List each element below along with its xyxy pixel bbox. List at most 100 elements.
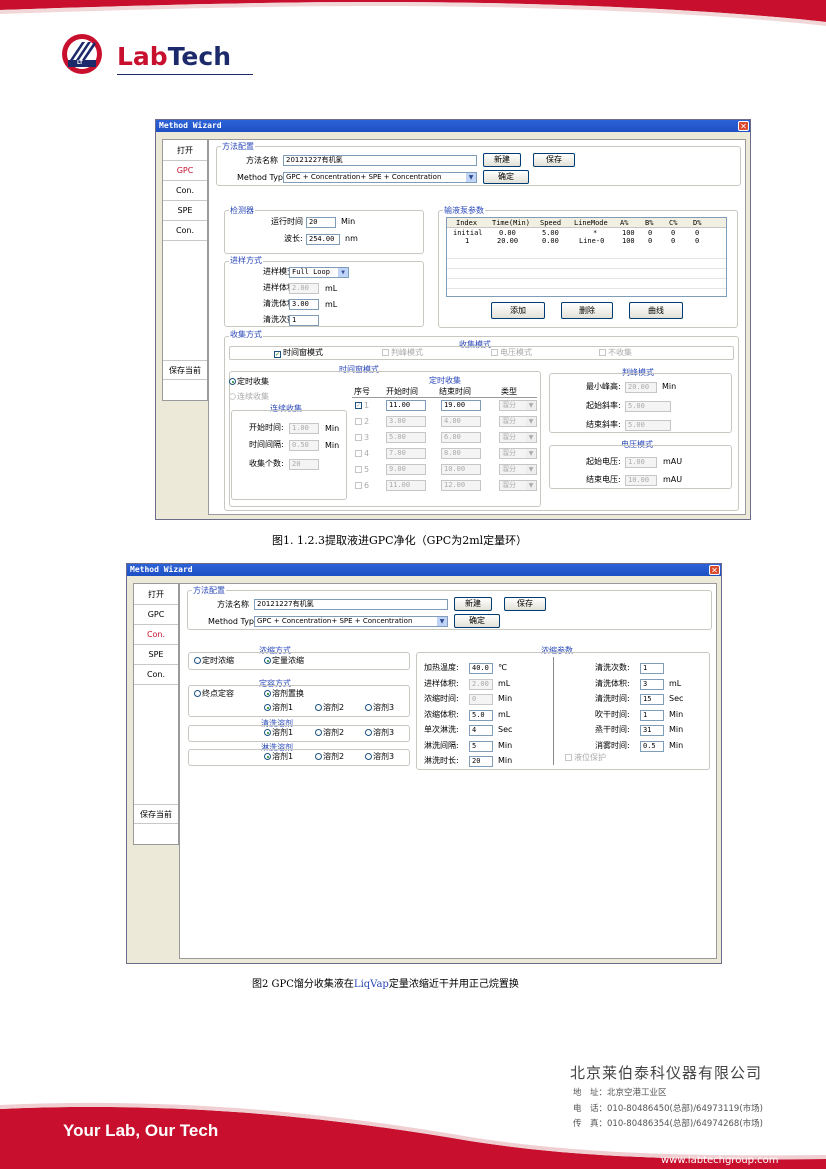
- checkbox-checked-icon[interactable]: ✓: [355, 402, 362, 409]
- min-peak-input[interactable]: 20.00: [625, 382, 657, 393]
- mode-time-window[interactable]: ✓ 时间窗模式: [274, 349, 323, 358]
- checkbox-icon[interactable]: [355, 434, 362, 441]
- timed-row-start[interactable]: 9.00: [386, 464, 426, 475]
- tab-gpc[interactable]: GPC: [163, 161, 207, 181]
- interval-input[interactable]: 0.50: [289, 440, 319, 451]
- vol-solvent1-radio[interactable]: 溶剂1: [264, 704, 293, 712]
- collect-count-input[interactable]: 20: [289, 459, 319, 470]
- start-slope-input[interactable]: 5.00: [625, 401, 671, 412]
- tab-gpc[interactable]: GPC: [134, 605, 178, 625]
- param-input[interactable]: 1: [640, 663, 664, 674]
- curve-button[interactable]: 曲线: [629, 302, 683, 319]
- timed-row-start[interactable]: 11.00: [386, 400, 426, 411]
- new-button[interactable]: 新建: [454, 597, 492, 611]
- method-name-input[interactable]: 20121227有机氯: [283, 155, 477, 166]
- timed-row-start[interactable]: 7.00: [386, 448, 426, 459]
- rinse-solvent2-radio[interactable]: 溶剂2: [315, 753, 344, 761]
- method-name-input[interactable]: 20121227有机氯: [254, 599, 448, 610]
- tab-open[interactable]: 打开: [163, 141, 207, 161]
- wavelength-input[interactable]: 254.00: [306, 234, 340, 245]
- endpoint-radio[interactable]: 终点定容: [194, 690, 234, 698]
- param-input[interactable]: 0.5: [640, 740, 664, 752]
- timed-collect-radio[interactable]: 定时收集: [229, 378, 269, 386]
- checkbox-icon[interactable]: [355, 482, 362, 489]
- tab-open[interactable]: 打开: [134, 585, 178, 605]
- timed-row-type[interactable]: 溜分 ▼: [499, 432, 537, 443]
- vol-solvent2-radio[interactable]: 溶剂2: [315, 704, 344, 712]
- method-type-select[interactable]: GPC + Concentration+ SPE + Concentration…: [283, 172, 477, 183]
- timed-row-end[interactable]: 10.00: [441, 464, 481, 475]
- injection-mode-select[interactable]: Full Loop ▼: [289, 267, 349, 278]
- delete-step-button[interactable]: 删除: [561, 302, 613, 319]
- param-input[interactable]: 40.0: [469, 663, 493, 674]
- save-button[interactable]: 保存: [504, 597, 546, 611]
- end-voltage-input[interactable]: 10.00: [625, 475, 657, 486]
- tab-con-2[interactable]: Con.: [134, 665, 178, 685]
- new-button[interactable]: 新建: [483, 153, 521, 167]
- tab-con-1[interactable]: Con.: [163, 181, 207, 201]
- timed-row-end[interactable]: 19.00: [441, 400, 481, 411]
- close-button[interactable]: ✕: [738, 121, 749, 131]
- caption-2-link[interactable]: LiqVap: [354, 979, 389, 990]
- close-button[interactable]: ✕: [709, 565, 720, 575]
- end-slope-input[interactable]: 5.00: [625, 420, 671, 431]
- param-input[interactable]: 2.00: [469, 678, 493, 690]
- param-input[interactable]: 4: [469, 725, 493, 736]
- timed-row-type[interactable]: 溜分 ▼: [499, 416, 537, 427]
- continuous-collect-radio[interactable]: 连续收集: [229, 393, 269, 401]
- rinse-solvent1-radio[interactable]: 溶剂1: [264, 753, 293, 761]
- wash-solvent1-radio[interactable]: 溶剂1: [264, 729, 293, 737]
- footer-website[interactable]: www.labtechgroup.com: [661, 1156, 779, 1166]
- timed-row-type[interactable]: 溜分 ▼: [499, 464, 537, 475]
- param-input[interactable]: 5.0: [469, 709, 493, 721]
- checkbox-icon[interactable]: [355, 450, 362, 457]
- param-input[interactable]: 15: [640, 694, 664, 705]
- injection-volume-input[interactable]: 2.00: [289, 283, 319, 294]
- save-button[interactable]: 保存: [533, 153, 575, 167]
- checkbox-icon[interactable]: [355, 418, 362, 425]
- quant-conc-radio[interactable]: 定量浓缩: [264, 657, 304, 665]
- tab-save-current[interactable]: 保存当前: [163, 360, 207, 380]
- tab-con-2[interactable]: Con.: [163, 221, 207, 241]
- solvent-swap-radio[interactable]: 溶剂置换: [264, 690, 304, 698]
- mode-peak[interactable]: 判峰模式: [382, 349, 423, 357]
- timed-row-type[interactable]: 溜分 ▼: [499, 480, 537, 491]
- rinse-solvent3-radio[interactable]: 溶剂3: [365, 753, 394, 761]
- wash-count-input[interactable]: 1: [289, 315, 319, 326]
- param-input[interactable]: 5: [469, 740, 493, 752]
- runtime-input[interactable]: 20: [306, 217, 336, 228]
- method-type-select[interactable]: GPC + Concentration+ SPE + Concentration…: [254, 616, 448, 627]
- checkbox-icon[interactable]: [355, 466, 362, 473]
- wash-solvent2-radio[interactable]: 溶剂2: [315, 729, 344, 737]
- tab-save-current[interactable]: 保存当前: [134, 804, 178, 824]
- wash-solvent3-radio[interactable]: 溶剂3: [365, 729, 394, 737]
- start-time-input[interactable]: 1.00: [289, 423, 319, 434]
- ok-button[interactable]: 确定: [454, 614, 500, 628]
- timed-row-type[interactable]: 溜分 ▼: [499, 400, 537, 411]
- timed-row-type[interactable]: 溜分 ▼: [499, 448, 537, 459]
- tab-con-1[interactable]: Con.: [134, 625, 178, 645]
- param-input[interactable]: 0: [469, 694, 493, 705]
- timed-row-end[interactable]: 4.00: [441, 416, 481, 427]
- ok-button[interactable]: 确定: [483, 170, 529, 184]
- timed-row-start[interactable]: 3.00: [386, 416, 426, 427]
- timed-row-end[interactable]: 6.00: [441, 432, 481, 443]
- timed-row-start[interactable]: 5.00: [386, 432, 426, 443]
- param-input[interactable]: 1: [640, 709, 664, 721]
- wash-volume-input[interactable]: 3.00: [289, 299, 319, 310]
- level-protect-checkbox[interactable]: 液位保护: [565, 754, 606, 762]
- timed-row-end[interactable]: 8.00: [441, 448, 481, 459]
- add-step-button[interactable]: 添加: [491, 302, 545, 319]
- param-input[interactable]: 3: [640, 678, 664, 690]
- tab-spe[interactable]: SPE: [163, 201, 207, 221]
- param-input[interactable]: 31: [640, 725, 664, 736]
- vol-solvent3-radio[interactable]: 溶剂3: [365, 704, 394, 712]
- timed-row-start[interactable]: 11.00: [386, 480, 426, 491]
- param-input[interactable]: 20: [469, 756, 493, 767]
- tab-spe[interactable]: SPE: [134, 645, 178, 665]
- timed-conc-radio[interactable]: 定时浓缩: [194, 657, 234, 665]
- mode-voltage[interactable]: 电压模式: [491, 349, 532, 357]
- start-voltage-input[interactable]: 1.00: [625, 457, 657, 468]
- timed-row-end[interactable]: 12.00: [441, 480, 481, 491]
- mode-none[interactable]: 不收集: [599, 349, 632, 357]
